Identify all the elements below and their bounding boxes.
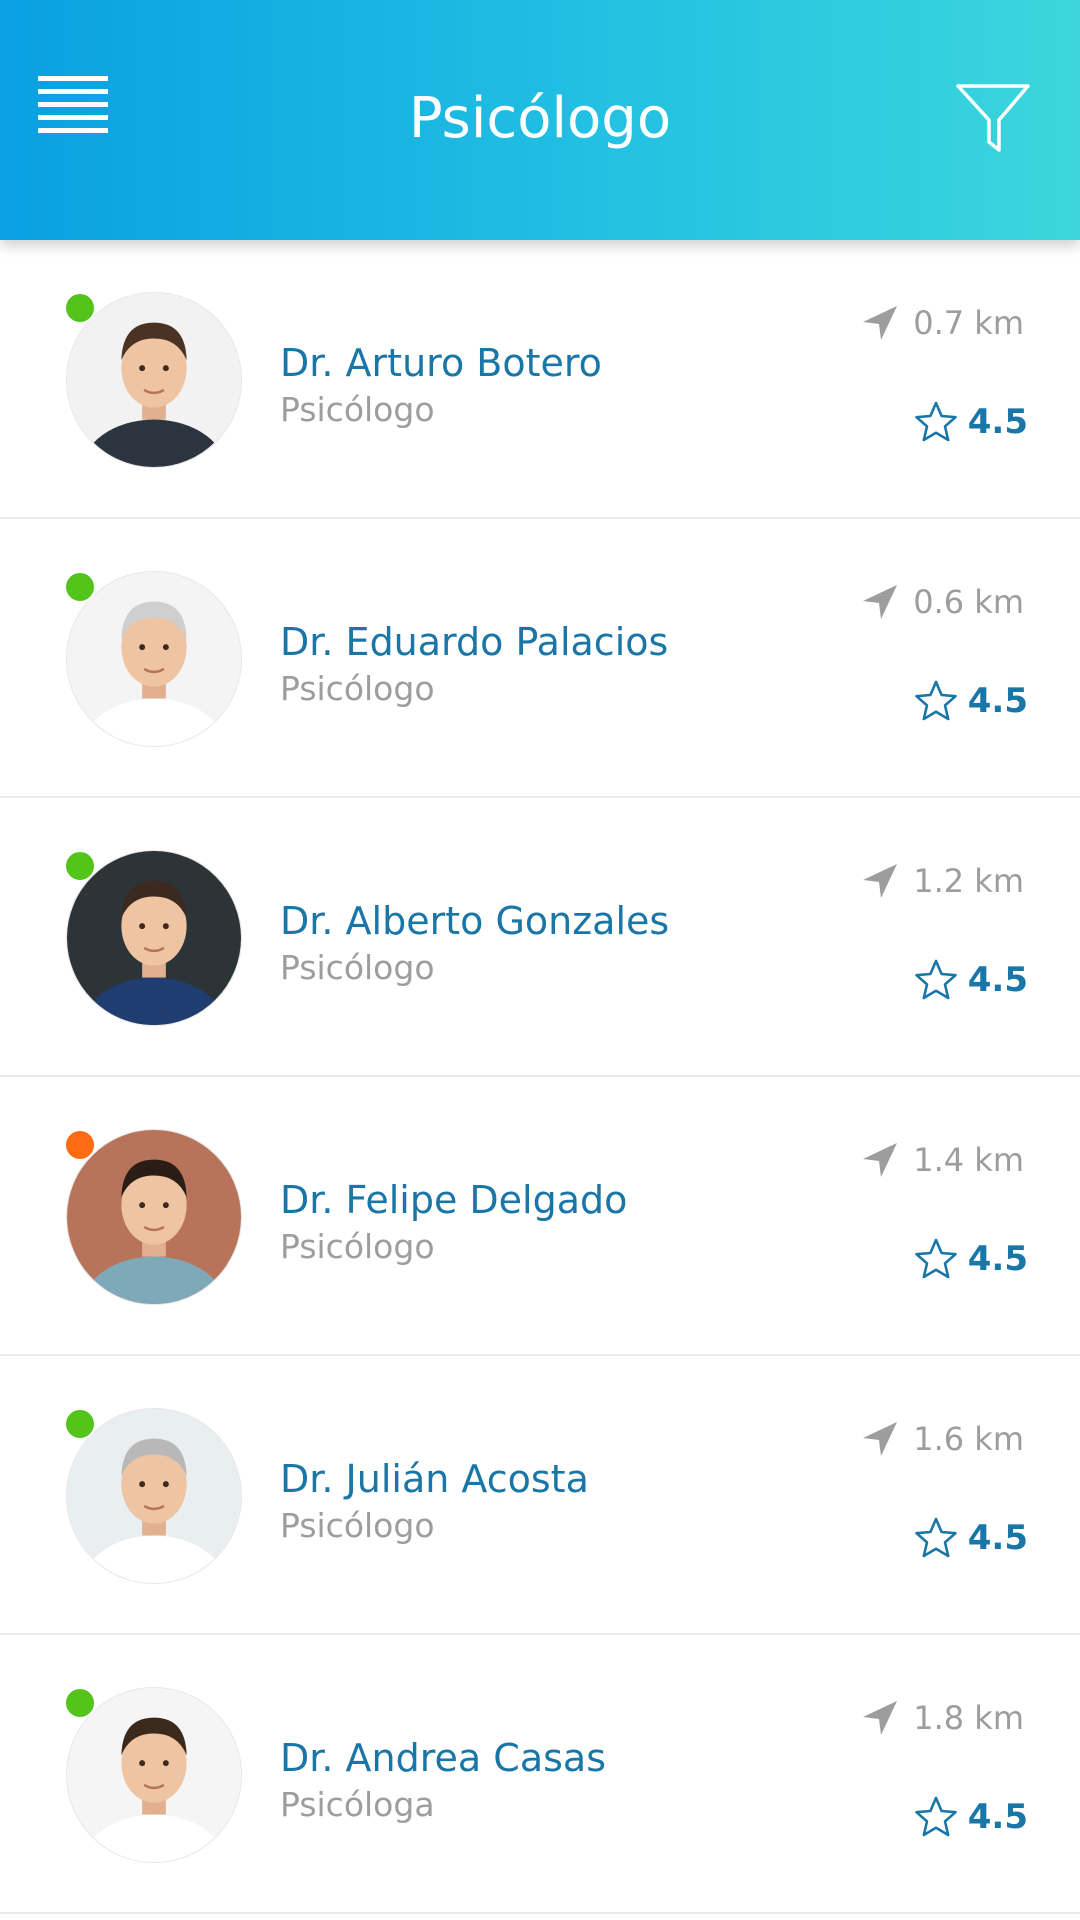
doctor-name: Dr. Andrea Casas bbox=[280, 1736, 606, 1780]
navigation-arrow-icon bbox=[863, 1422, 898, 1456]
avatar bbox=[66, 292, 242, 468]
menu-bar-icon bbox=[38, 102, 108, 107]
navigation-arrow-icon bbox=[863, 585, 898, 619]
distance-info: 0.7 km bbox=[861, 302, 1024, 344]
doctor-name: Dr. Julián Acosta bbox=[280, 1457, 589, 1501]
rating-info: 4.5 bbox=[914, 1793, 1028, 1841]
distance-info: 1.4 km bbox=[861, 1139, 1024, 1181]
distance-label: 0.7 km bbox=[913, 304, 1024, 342]
doctor-list-item[interactable]: Dr. Alberto Gonzales Psicólogo 1.2 km 4.… bbox=[0, 798, 1080, 1077]
status-indicator bbox=[64, 1687, 96, 1719]
doctor-specialty: Psicólogo bbox=[280, 390, 435, 429]
star-icon bbox=[914, 1517, 957, 1558]
rating-value: 4.5 bbox=[967, 681, 1028, 721]
doctor-list-item[interactable]: Dr. Arturo Botero Psicólogo 0.7 km 4.5 bbox=[0, 240, 1080, 519]
menu-button[interactable] bbox=[38, 76, 108, 134]
avatar bbox=[66, 1129, 242, 1305]
menu-bar-icon bbox=[38, 89, 108, 94]
menu-bar-icon bbox=[38, 115, 108, 120]
status-indicator bbox=[64, 1129, 96, 1161]
distance-info: 0.6 km bbox=[861, 581, 1024, 623]
doctor-list: Dr. Arturo Botero Psicólogo 0.7 km 4.5 D… bbox=[0, 240, 1080, 1914]
rating-info: 4.5 bbox=[914, 956, 1028, 1004]
avatar bbox=[66, 571, 242, 747]
avatar-photo bbox=[67, 293, 241, 467]
status-indicator bbox=[64, 292, 96, 324]
avatar-photo bbox=[67, 1409, 241, 1583]
avatar bbox=[66, 1408, 242, 1584]
navigation-arrow-icon bbox=[863, 1701, 898, 1735]
star-icon bbox=[914, 680, 957, 721]
status-indicator bbox=[64, 1408, 96, 1440]
doctor-name: Dr. Felipe Delgado bbox=[280, 1178, 628, 1222]
rating-value: 4.5 bbox=[967, 402, 1028, 442]
doctor-list-item[interactable]: Dr. Eduardo Palacios Psicólogo 0.6 km 4.… bbox=[0, 519, 1080, 798]
status-indicator bbox=[64, 571, 96, 603]
doctor-name: Dr. Eduardo Palacios bbox=[280, 620, 669, 664]
star-icon bbox=[914, 959, 957, 1000]
distance-info: 1.8 km bbox=[861, 1697, 1024, 1739]
star-icon bbox=[914, 401, 957, 442]
avatar-photo bbox=[67, 851, 241, 1025]
doctor-specialty: Psicólogo bbox=[280, 1506, 435, 1545]
rating-info: 4.5 bbox=[914, 677, 1028, 725]
navigation-arrow-icon bbox=[863, 864, 898, 898]
star-icon bbox=[914, 1796, 957, 1837]
filter-icon bbox=[956, 84, 1030, 152]
rating-info: 4.5 bbox=[914, 1235, 1028, 1283]
doctor-list-item[interactable]: Dr. Felipe Delgado Psicólogo 1.4 km 4.5 bbox=[0, 1077, 1080, 1356]
doctor-specialty: Psicólogo bbox=[280, 1227, 435, 1266]
rating-info: 4.5 bbox=[914, 398, 1028, 446]
distance-label: 1.4 km bbox=[913, 1141, 1024, 1179]
doctor-name: Dr. Arturo Botero bbox=[280, 341, 602, 385]
star-icon bbox=[914, 1238, 957, 1279]
rating-value: 4.5 bbox=[967, 1797, 1028, 1837]
menu-bar-icon bbox=[38, 128, 108, 133]
doctor-specialty: Psicólogo bbox=[280, 669, 435, 708]
avatar-photo bbox=[67, 1130, 241, 1304]
navigation-arrow-icon bbox=[863, 306, 898, 340]
distance-label: 1.8 km bbox=[913, 1699, 1024, 1737]
avatar-photo bbox=[67, 1688, 241, 1862]
page-title: Psicólogo bbox=[408, 86, 672, 151]
distance-label: 1.6 km bbox=[913, 1420, 1024, 1458]
distance-info: 1.6 km bbox=[861, 1418, 1024, 1460]
avatar bbox=[66, 850, 242, 1026]
status-indicator bbox=[64, 850, 96, 882]
rating-value: 4.5 bbox=[967, 960, 1028, 1000]
doctor-name: Dr. Alberto Gonzales bbox=[280, 899, 670, 943]
distance-label: 0.6 km bbox=[913, 583, 1024, 621]
navigation-arrow-icon bbox=[863, 1143, 898, 1177]
app-header: Psicólogo bbox=[0, 0, 1080, 240]
rating-value: 4.5 bbox=[967, 1239, 1028, 1279]
doctor-list-item[interactable]: Dr. Andrea Casas Psicóloga 1.8 km 4.5 bbox=[0, 1635, 1080, 1914]
rating-info: 4.5 bbox=[914, 1514, 1028, 1562]
doctor-specialty: Psicóloga bbox=[280, 1785, 435, 1824]
doctor-specialty: Psicólogo bbox=[280, 948, 435, 987]
distance-info: 1.2 km bbox=[861, 860, 1024, 902]
filter-button[interactable] bbox=[955, 82, 1031, 154]
menu-bar-icon bbox=[38, 76, 108, 81]
avatar bbox=[66, 1687, 242, 1863]
rating-value: 4.5 bbox=[967, 1518, 1028, 1558]
doctor-list-item[interactable]: Dr. Julián Acosta Psicólogo 1.6 km 4.5 bbox=[0, 1356, 1080, 1635]
avatar-photo bbox=[67, 572, 241, 746]
distance-label: 1.2 km bbox=[913, 862, 1024, 900]
